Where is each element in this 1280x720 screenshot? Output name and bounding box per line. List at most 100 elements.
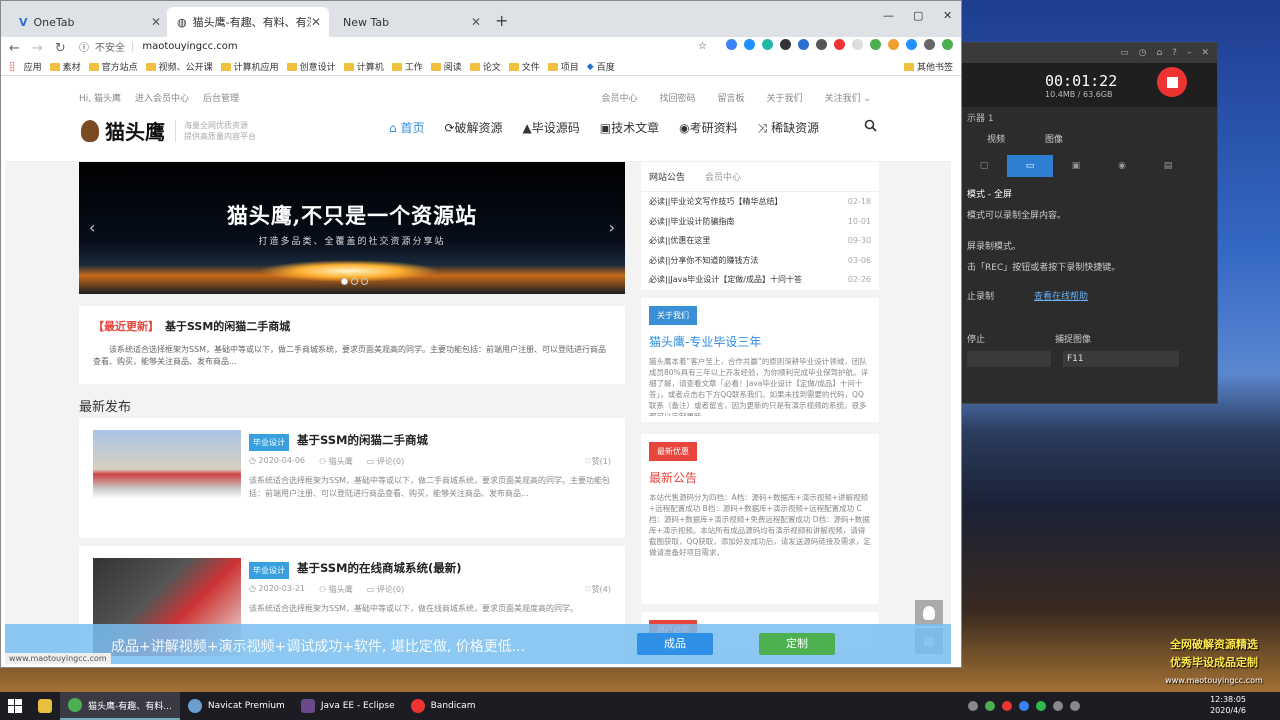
ext-icon[interactable]	[888, 39, 899, 50]
nav-exam[interactable]: ◉考研资料	[679, 119, 738, 136]
taskbar-app-bandicam[interactable]: Bandicam	[403, 692, 484, 720]
apps-icon[interactable]: ⣿	[9, 62, 16, 72]
minimize-icon[interactable]: —	[883, 9, 894, 22]
ext-icon[interactable]	[798, 39, 809, 50]
about-title[interactable]: 猫头鹰-专业毕设三年	[649, 333, 871, 350]
online-help-link[interactable]: 查看在线帮助	[1034, 289, 1088, 302]
folder-icon[interactable]: ▭	[1120, 48, 1129, 58]
follow-link[interactable]: 关注我们 ⌄	[825, 91, 871, 104]
minimize-icon[interactable]: –	[1187, 48, 1192, 58]
bookmark-folder[interactable]: 阅读	[430, 60, 462, 73]
bookmark-folder[interactable]: 项目	[547, 60, 579, 73]
about-link[interactable]: 关于我们	[767, 91, 803, 104]
ext-icon[interactable]	[744, 39, 755, 50]
ext-icon[interactable]	[852, 39, 863, 50]
bookmark-folder[interactable]: 文件	[508, 60, 540, 73]
close-tab-icon[interactable]: ✕	[151, 15, 161, 29]
tray-icon[interactable]	[1002, 701, 1012, 711]
chevron-right-icon[interactable]: ›	[609, 218, 615, 237]
ext-icon[interactable]	[780, 39, 791, 50]
taskbar-app-eclipse[interactable]: Java EE - Eclipse	[293, 692, 403, 720]
member-link[interactable]: 会员中心	[602, 91, 638, 104]
stop-hotkey-field[interactable]	[967, 351, 1051, 367]
capture-hotkey-field[interactable]: F11	[1063, 351, 1179, 367]
stop-record-button[interactable]	[1157, 67, 1187, 97]
tab-image[interactable]: 图像	[1045, 132, 1063, 145]
reload-icon[interactable]: ↻	[55, 41, 66, 56]
ext-icon[interactable]	[726, 39, 737, 50]
bookmark-folder[interactable]: 官方站点	[88, 60, 138, 73]
notice-item[interactable]: 必读||分享你不知道的赚钱方法 03-06	[649, 251, 871, 271]
search-icon[interactable]	[864, 119, 877, 132]
star-icon[interactable]: ☆	[698, 41, 707, 52]
address-bar[interactable]: ⓘ 不安全 | maotouyingcc.com ☆	[79, 37, 713, 55]
avatar[interactable]	[924, 39, 935, 50]
carousel-dot[interactable]	[361, 278, 368, 285]
ext-icon[interactable]	[834, 39, 845, 50]
window-mode-icon[interactable]: ▣	[1053, 155, 1099, 177]
admin-link[interactable]: 后台管理	[203, 91, 239, 104]
rect-mode-icon[interactable]: ▢	[961, 155, 1007, 177]
bookmark-folder[interactable]: 创意设计	[286, 60, 336, 73]
new-tab-button[interactable]: +	[495, 11, 508, 30]
ext-icon[interactable]	[870, 39, 881, 50]
bookmark-folder[interactable]: 论文	[469, 60, 501, 73]
ext-icon[interactable]	[906, 39, 917, 50]
close-icon[interactable]: ✕	[1201, 48, 1209, 58]
hero-carousel[interactable]: 猫头鹰,不只是一个资源站 打造多品类、全覆盖的社交资源分享站 ‹ ›	[79, 162, 625, 294]
nav-tech[interactable]: ▣技术文章	[600, 119, 659, 136]
clock-icon[interactable]: ◷	[1139, 48, 1147, 58]
notice-item[interactable]: 必读||Java毕业设计【定做/成品】十问十答 02-26	[649, 270, 871, 290]
nav-graduation[interactable]: ▲毕设源码	[523, 119, 580, 136]
url-text[interactable]: maotouyingcc.com	[142, 41, 237, 52]
post-comments[interactable]: ▭ 评论(0)	[367, 584, 404, 595]
ext-icon[interactable]	[816, 39, 827, 50]
help-icon[interactable]: ?	[1172, 48, 1177, 58]
system-clock[interactable]: 12:38:05 2020/4/6	[1210, 694, 1246, 716]
carousel-dot[interactable]	[351, 278, 358, 285]
taskbar-app-navicat[interactable]: Navicat Premium	[180, 692, 293, 720]
tab-video[interactable]: 视频	[987, 132, 1005, 145]
latest-title[interactable]: 基于SSM的闲猫二手商城	[165, 320, 290, 333]
close-tab-icon[interactable]: ✕	[311, 15, 321, 29]
fullscreen-mode-icon[interactable]: ▭	[1007, 155, 1053, 177]
bookmark-folder[interactable]: 视频、公开课	[145, 60, 213, 73]
like-button[interactable]: ♡赞(1)	[584, 456, 611, 467]
custom-order-button[interactable]: 定制	[759, 633, 835, 655]
message-board-link[interactable]: 留言板	[718, 91, 745, 104]
post-thumbnail[interactable]	[93, 430, 241, 528]
like-button[interactable]: ♡赞(4)	[584, 584, 611, 595]
back-icon[interactable]: ←	[9, 41, 20, 56]
taskbar-app-chrome[interactable]: 猫头鹰-有趣、有料...	[60, 692, 180, 720]
notice-item[interactable]: 必读||毕业设计防骗指南 10-01	[649, 212, 871, 232]
close-tab-icon[interactable]: ✕	[471, 15, 481, 29]
start-button[interactable]	[0, 692, 30, 720]
maximize-icon[interactable]: ▢	[913, 9, 923, 22]
ext-icon[interactable]	[942, 39, 953, 50]
bookmark-folder[interactable]: 计算机	[343, 60, 384, 73]
carousel-dot[interactable]	[341, 278, 348, 285]
tab-new[interactable]: New Tab ✕	[327, 7, 489, 37]
tray-icon[interactable]	[968, 701, 978, 711]
ext-icon[interactable]	[762, 39, 773, 50]
qq-float-icon[interactable]	[915, 600, 943, 626]
device-mode-icon[interactable]: ▤	[1145, 155, 1191, 177]
nav-home[interactable]: ⌂ 首页	[389, 119, 424, 136]
nav-crack[interactable]: ⟳破解资源	[444, 119, 502, 136]
notice-item[interactable]: 必读||优惠在这里 09-30	[649, 231, 871, 251]
wechat-icon[interactable]	[1036, 701, 1046, 711]
tray-icon[interactable]	[985, 701, 995, 711]
lock-icon[interactable]: ⌂	[1156, 48, 1162, 58]
post-category[interactable]: 毕业设计	[249, 562, 289, 579]
other-bookmarks[interactable]: 其他书签	[903, 60, 953, 73]
offer-title[interactable]: 最新公告	[649, 469, 871, 486]
tab-member[interactable]: 会员中心	[705, 170, 741, 183]
site-logo[interactable]: 猫头鹰 海量全网优质资源 提供高质量内容平台	[81, 116, 256, 145]
bookmark-folder[interactable]: 工作	[391, 60, 423, 73]
tray-icon[interactable]	[1019, 701, 1029, 711]
close-window-icon[interactable]: ✕	[943, 9, 952, 22]
bookmark-folder[interactable]: 素材	[49, 60, 81, 73]
post-category[interactable]: 毕业设计	[249, 434, 289, 451]
finished-product-button[interactable]: 成品	[637, 633, 713, 655]
game-mode-icon[interactable]: ◉	[1099, 155, 1145, 177]
